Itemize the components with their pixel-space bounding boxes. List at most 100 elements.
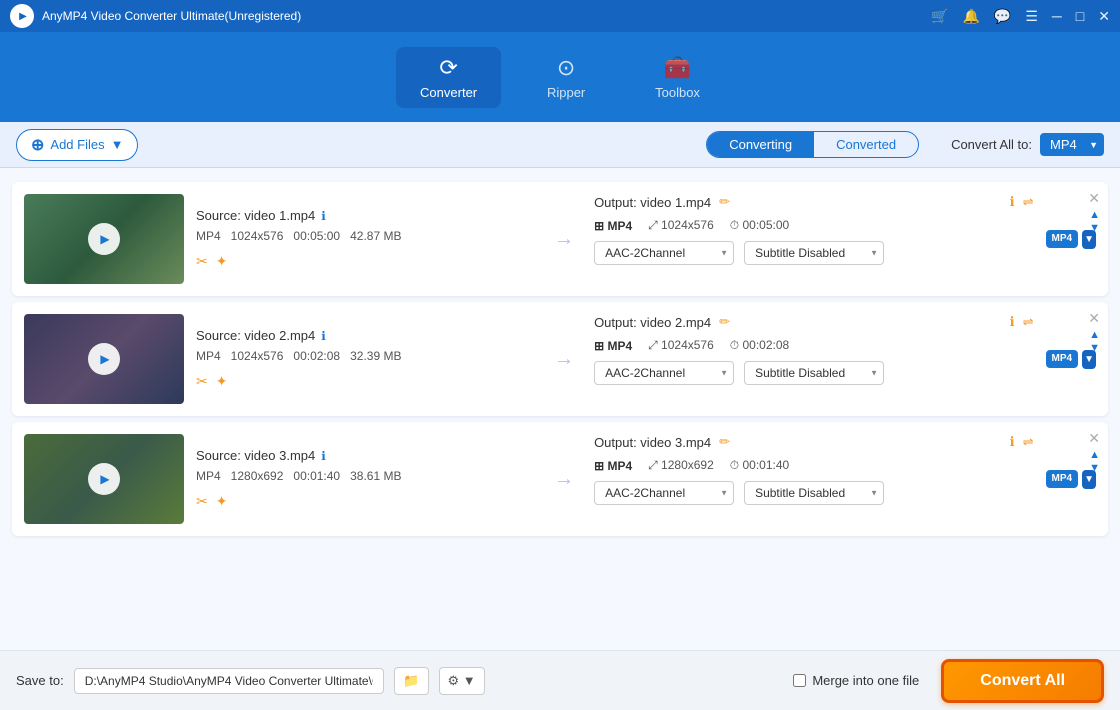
output-settings-icon-2[interactable]: ⇌ <box>1023 314 1034 330</box>
out-duration-3: ⏱ 00:01:40 <box>730 458 789 473</box>
output-label-1: Output: video 1.mp4 <box>594 195 711 210</box>
format-badge-1: MP4 <box>1046 230 1079 248</box>
plus-icon: ⊕ <box>31 135 44 155</box>
item-nav-3: ▲ ▼ <box>1089 450 1100 474</box>
ripper-label: Ripper <box>547 85 585 100</box>
merge-option: Merge into one file <box>793 673 919 688</box>
clip-icon-3[interactable]: ✂ <box>196 493 208 510</box>
add-files-dropdown-icon[interactable]: ▼ <box>111 137 124 152</box>
output-edit-icon-2[interactable]: ✏ <box>719 314 730 330</box>
file-actions-1: ✂ ✦ <box>196 253 534 270</box>
item-nav-down-1[interactable]: ▼ <box>1089 223 1100 234</box>
source-info-icon-1[interactable]: ℹ <box>321 209 326 223</box>
format-badge-col-2: MP4 ▼ <box>1046 314 1096 404</box>
file-item-1: ▶ Source: video 1.mp4 ℹ MP4 1024x576 00:… <box>12 182 1108 296</box>
item-close-2[interactable]: ✕ <box>1088 310 1100 327</box>
output-header-icons-1: ℹ ⇌ <box>1010 194 1034 210</box>
cart-icon[interactable]: 🛒 <box>931 8 948 25</box>
subtitle-dropdown-1[interactable]: Subtitle Disabled <box>744 241 884 265</box>
item-close-3[interactable]: ✕ <box>1088 430 1100 447</box>
play-button-1[interactable]: ▶ <box>88 223 120 255</box>
output-settings-icon-1[interactable]: ⇌ <box>1023 194 1034 210</box>
browse-folder-button[interactable]: 📁 <box>394 667 428 695</box>
audio-dropdown-1[interactable]: AAC-2Channel <box>594 241 734 265</box>
minimize-icon[interactable]: ─ <box>1052 8 1062 25</box>
output-info-icon-3[interactable]: ℹ <box>1010 434 1015 450</box>
output-dropdowns-1: AAC-2Channel Subtitle Disabled <box>594 241 1033 265</box>
audio-dropdown-3[interactable]: AAC-2Channel <box>594 481 734 505</box>
subtitle-dropdown-3[interactable]: Subtitle Disabled <box>744 481 884 505</box>
subtitle-dropdown-2[interactable]: Subtitle Disabled <box>744 361 884 385</box>
output-dropdowns-2: AAC-2Channel Subtitle Disabled <box>594 361 1033 385</box>
file-meta-1: MP4 1024x576 00:05:00 42.87 MB <box>196 229 534 243</box>
format-badge-text-2: MP4 <box>1046 350 1079 368</box>
status-tabs: Converting Converted <box>706 131 919 158</box>
close-icon[interactable]: ✕ <box>1098 8 1110 25</box>
audio-dropdown-2[interactable]: AAC-2Channel <box>594 361 734 385</box>
clip-icon-2[interactable]: ✂ <box>196 373 208 390</box>
item-close-1[interactable]: ✕ <box>1088 190 1100 207</box>
menu-icon[interactable]: ☰ <box>1025 8 1038 25</box>
item-nav-up-1[interactable]: ▲ <box>1089 210 1100 221</box>
item-nav-2: ▲ ▼ <box>1089 330 1100 354</box>
settings-button[interactable]: ⚙ ▼ <box>439 667 485 695</box>
cut-icon-2[interactable]: ✦ <box>216 373 228 390</box>
ripper-icon: ⊙ <box>557 55 575 81</box>
subtitle-dropdown-wrap-3: Subtitle Disabled <box>744 481 884 505</box>
item-nav-up-3[interactable]: ▲ <box>1089 450 1100 461</box>
out-resolution-1: ⤢ 1024x576 <box>648 218 714 233</box>
cut-icon-3[interactable]: ✦ <box>216 493 228 510</box>
item-nav-up-2[interactable]: ▲ <box>1089 330 1100 341</box>
toolbox-label: Toolbox <box>655 85 700 100</box>
output-header-icons-2: ℹ ⇌ <box>1010 314 1034 330</box>
maximize-icon[interactable]: □ <box>1076 8 1084 25</box>
thumbnail-3: ▶ <box>24 434 184 524</box>
merge-checkbox[interactable] <box>793 674 806 687</box>
file-info-3: Source: video 3.mp4 ℹ MP4 1280x692 00:01… <box>196 434 534 524</box>
audio-dropdown-wrap-3: AAC-2Channel <box>594 481 734 505</box>
clip-icon-1[interactable]: ✂ <box>196 253 208 270</box>
source-info-icon-3[interactable]: ℹ <box>321 449 326 463</box>
format-select[interactable]: MP4 MKV AVI MOV <box>1040 133 1104 156</box>
add-files-button[interactable]: ⊕ Add Files ▼ <box>16 129 138 161</box>
converted-tab[interactable]: Converted <box>814 132 918 157</box>
converting-tab[interactable]: Converting <box>707 132 814 157</box>
item-nav-down-3[interactable]: ▼ <box>1089 463 1100 474</box>
item-nav-down-2[interactable]: ▼ <box>1089 343 1100 354</box>
source-label-2: Source: video 2.mp4 <box>196 328 315 343</box>
tab-ripper[interactable]: ⊙ Ripper <box>521 47 611 108</box>
format-badge-text-3: MP4 <box>1046 470 1079 488</box>
format-badge-3: MP4 <box>1046 470 1079 488</box>
app-title: AnyMP4 Video Converter Ultimate(Unregist… <box>42 9 931 23</box>
convert-all-button[interactable]: Convert All <box>941 659 1104 703</box>
main-content: ▶ Source: video 1.mp4 ℹ MP4 1024x576 00:… <box>0 168 1120 650</box>
output-header-2: Output: video 2.mp4 ✏ ℹ ⇌ <box>594 314 1033 330</box>
cut-icon-1[interactable]: ✦ <box>216 253 228 270</box>
account-icon[interactable]: 🔔 <box>962 8 979 25</box>
output-label-2: Output: video 2.mp4 <box>594 315 711 330</box>
play-button-3[interactable]: ▶ <box>88 463 120 495</box>
output-header-3: Output: video 3.mp4 ✏ ℹ ⇌ <box>594 434 1033 450</box>
out-resolution-3: ⤢ 1280x692 <box>648 458 714 473</box>
out-format-2: ⊞ MP4 <box>594 339 632 353</box>
tab-toolbox[interactable]: 🧰 Toolbox <box>631 47 724 108</box>
play-button-2[interactable]: ▶ <box>88 343 120 375</box>
output-details-1: ⊞ MP4 ⤢ 1024x576 ⏱ 00:05:00 <box>594 218 1033 233</box>
nav-bar: ⟳ Converter ⊙ Ripper 🧰 Toolbox <box>0 32 1120 122</box>
output-edit-icon-3[interactable]: ✏ <box>719 434 730 450</box>
output-info-icon-2[interactable]: ℹ <box>1010 314 1015 330</box>
audio-dropdown-wrap-1: AAC-2Channel <box>594 241 734 265</box>
chat-icon[interactable]: 💬 <box>994 8 1011 25</box>
output-edit-icon-1[interactable]: ✏ <box>719 194 730 210</box>
tab-converter[interactable]: ⟳ Converter <box>396 47 501 108</box>
file-meta-2: MP4 1024x576 00:02:08 32.39 MB <box>196 349 534 363</box>
source-info-icon-2[interactable]: ℹ <box>321 329 326 343</box>
convert-all-to-label: Convert All to: <box>951 137 1032 152</box>
output-info-icon-1[interactable]: ℹ <box>1010 194 1015 210</box>
convert-all-to: Convert All to: MP4 MKV AVI MOV <box>951 133 1104 156</box>
merge-label: Merge into one file <box>812 673 919 688</box>
output-settings-icon-3[interactable]: ⇌ <box>1023 434 1034 450</box>
save-path-input[interactable] <box>74 668 385 694</box>
output-section-3: Output: video 3.mp4 ✏ ℹ ⇌ ⊞ MP4 ⤢ 1280x6… <box>594 434 1033 524</box>
file-source-1: Source: video 1.mp4 ℹ <box>196 208 534 223</box>
